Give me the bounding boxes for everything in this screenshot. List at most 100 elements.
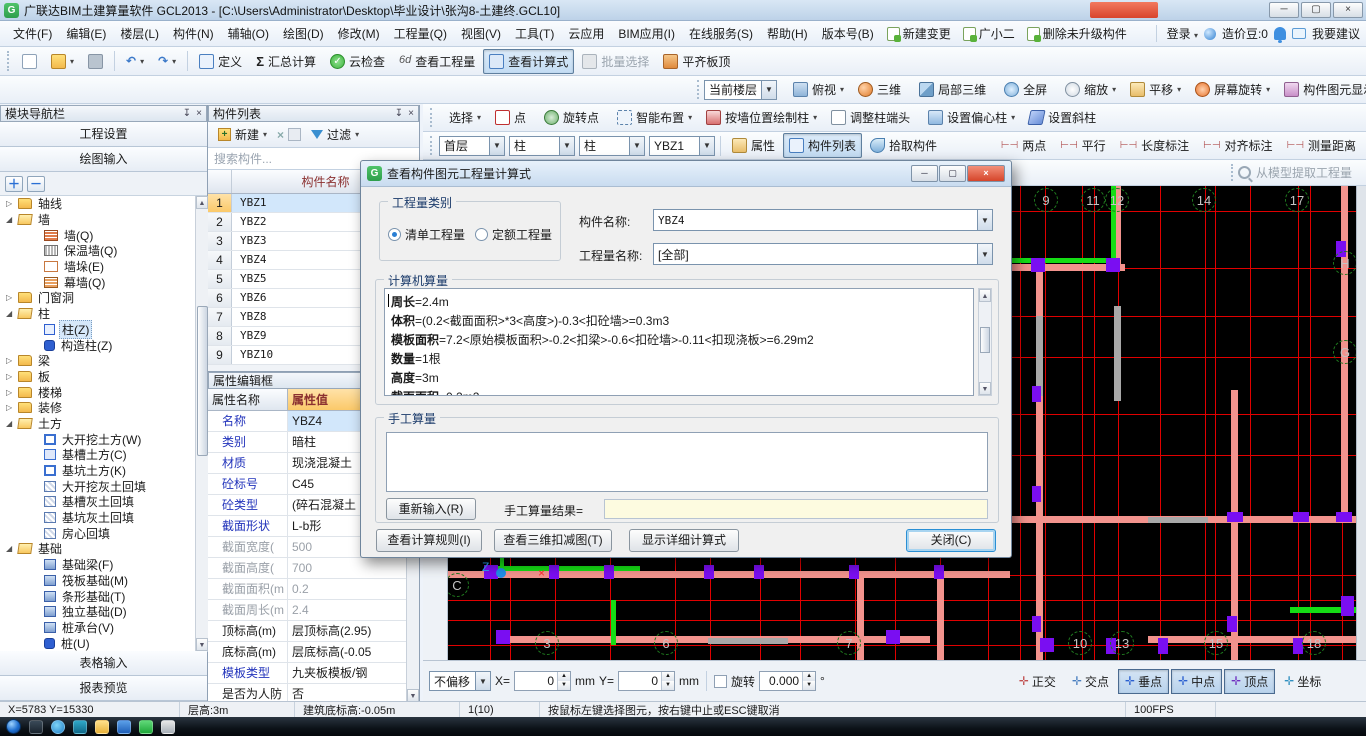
chevron-down-icon[interactable]: ▼ <box>977 244 992 264</box>
dialog-close-button[interactable]: × <box>967 165 1005 182</box>
menu-item[interactable]: 视图(V) <box>454 23 508 45</box>
dialog-maximize-button[interactable]: ▢ <box>939 165 966 182</box>
new-file-button[interactable] <box>16 50 43 73</box>
snap-mode-button[interactable]: ✛ 顶点 <box>1224 669 1275 694</box>
pin-icon[interactable]: ↧ <box>183 108 191 119</box>
view-tool-button[interactable]: 平移 ▾ <box>1124 77 1187 102</box>
tree-item[interactable]: 基槽灰土回填 <box>0 494 208 510</box>
tree-expander-icon[interactable]: ▷ <box>6 372 18 381</box>
measure-tool-button[interactable]: ⊢⊣ 对齐标注 <box>1197 133 1278 158</box>
chevron-down-icon[interactable]: ▼ <box>761 81 776 99</box>
tree-item[interactable]: 墙垛(E) <box>0 259 208 275</box>
undo-button[interactable]: ↶▾ <box>120 50 150 72</box>
toolbar-button[interactable]: 查看计算式 <box>483 49 574 74</box>
filter-button[interactable]: 过滤▾ <box>305 122 365 147</box>
tree-expander-icon[interactable]: ▷ <box>6 356 18 365</box>
tree-item[interactable]: ◢ 土方 <box>0 416 208 432</box>
menu-item[interactable]: 版本号(B) <box>815 23 881 45</box>
new-component-button[interactable]: + 新建▾ <box>212 122 273 147</box>
tree-item[interactable]: 桩(U) <box>0 635 208 651</box>
draw-tool-button[interactable]: 旋转点 <box>538 105 609 130</box>
tree-expander-icon[interactable]: ◢ <box>6 215 18 224</box>
measure-tool-button[interactable]: ⊢⊣ 两点 <box>995 133 1052 158</box>
scroll-up-icon[interactable]: ▲ <box>196 196 208 209</box>
start-button[interactable] <box>6 719 21 734</box>
tree-item[interactable]: 大开挖灰土回填 <box>0 478 208 494</box>
tree-item[interactable]: 构造柱(Z) <box>0 337 208 353</box>
canvas-vertical-scrollbar[interactable] <box>1356 186 1366 660</box>
manual-calc-textarea[interactable] <box>386 432 988 492</box>
dialog-title-bar[interactable]: G 查看构件图元工程量计算式 ─ ▢ × <box>361 161 1011 187</box>
menu-item[interactable]: 绘图(D) <box>276 23 331 45</box>
tree-expander-icon[interactable]: ◢ <box>6 309 18 318</box>
tree-item[interactable]: ▷ 梁 <box>0 353 208 369</box>
chevron-down-icon[interactable]: ▼ <box>699 137 714 155</box>
manual-result-input[interactable] <box>604 499 988 519</box>
view-tool-button[interactable]: 构件图元显示设置 <box>1278 77 1366 102</box>
view-tool-button[interactable]: 缩放 ▾ <box>1059 77 1122 102</box>
tree-item[interactable]: 基础梁(F) <box>0 557 208 573</box>
panel-toggle-button[interactable]: 构件列表 <box>783 133 862 158</box>
draw-tool-button[interactable]: 点 <box>489 105 536 130</box>
calc-scrollbar[interactable]: ▲ ▼ <box>978 288 992 396</box>
draw-tool-button[interactable]: 调整柱端头 <box>825 105 920 130</box>
snap-mode-button[interactable]: ✛ 交点 <box>1065 669 1116 694</box>
view-tool-button[interactable]: 局部三维 <box>913 77 996 102</box>
feedback-chat-icon[interactable] <box>1292 28 1306 39</box>
toolbar-button[interactable]: 批量选择 <box>576 49 655 74</box>
panel-toggle-button[interactable]: 拾取构件 <box>864 133 943 158</box>
x-offset-input[interactable]: 0 ▲▼ <box>514 671 571 691</box>
view-tool-button[interactable]: 三维 <box>852 77 911 102</box>
menu-item[interactable]: 修改(M) <box>331 23 387 45</box>
project-settings-button[interactable]: 工程设置 <box>0 122 207 147</box>
tree-expander-icon[interactable]: ◢ <box>6 419 18 428</box>
scroll-thumb[interactable] <box>980 327 990 353</box>
open-file-button[interactable]: ▾ <box>45 50 80 73</box>
menu-extra-item[interactable]: 广小二 <box>957 22 1021 45</box>
extract-from-model-button[interactable]: 从模型提取工程量 <box>1238 164 1352 181</box>
taskbar-app-icon[interactable] <box>117 720 131 734</box>
component-name-combo[interactable]: YBZ4 ▼ <box>653 209 993 231</box>
rotate-angle-input[interactable]: 0.000 ▲▼ <box>759 671 816 691</box>
draw-tool-button[interactable]: 智能布置 ▾ <box>611 105 698 130</box>
menu-item[interactable]: 编辑(E) <box>59 23 113 45</box>
menu-item[interactable]: 楼层(L) <box>113 23 166 45</box>
taskbar-app-icon[interactable] <box>73 720 87 734</box>
menu-item[interactable]: 工程量(Q) <box>387 23 454 45</box>
tree-item[interactable]: ▷ 装修 <box>0 400 208 416</box>
draw-tool-button[interactable]: 设置偏心柱 ▾ <box>922 105 1021 130</box>
tree-item[interactable]: ◢ 基础 <box>0 541 208 557</box>
report-preview-button[interactable]: 报表预览 <box>0 676 207 701</box>
snap-mode-button[interactable]: ✛ 垂点 <box>1118 669 1169 694</box>
chevron-down-icon[interactable]: ▼ <box>629 137 644 155</box>
quantity-name-combo[interactable]: [全部] ▼ <box>653 243 993 265</box>
tree-item[interactable]: 基槽土方(C) <box>0 447 208 463</box>
element-filter-combo[interactable]: 首层▼ <box>439 136 505 156</box>
offset-mode-combo[interactable]: 不偏移▼ <box>429 671 491 691</box>
table-input-button[interactable]: 表格输入 <box>0 651 207 676</box>
list-quantity-radio[interactable]: 清单工程量 <box>388 226 465 243</box>
property-row[interactable]: 截面面积(m 0.2 <box>208 579 419 600</box>
chevron-down-icon[interactable]: ▼ <box>489 137 504 155</box>
current-floor-combo[interactable]: 当前楼层▼ <box>704 80 777 100</box>
view-3d-deduction-button[interactable]: 查看三维扣减图(T) <box>494 529 612 552</box>
tree-item[interactable]: ▷ 楼梯 <box>0 384 208 400</box>
tree-item[interactable]: 基坑灰土回填 <box>0 510 208 526</box>
tree-item[interactable]: 柱(Z) <box>0 322 208 338</box>
property-row[interactable]: 顶标高(m) 层顶标高(2.95) <box>208 621 419 642</box>
show-detail-calc-button[interactable]: 显示详细计算式 <box>629 529 739 552</box>
snap-mode-button[interactable]: ✛ 中点 <box>1171 669 1222 694</box>
tree-expander-icon[interactable]: ▷ <box>6 293 18 302</box>
tree-item[interactable]: ▷ 门窗洞 <box>0 290 208 306</box>
close-icon[interactable]: × <box>196 108 202 119</box>
suggest-link[interactable]: 我要建议 <box>1312 25 1360 42</box>
reinput-button[interactable]: 重新输入(R) <box>386 498 476 520</box>
calc-expression-area[interactable]: 周长=2.4m 体积=(0.2<截面面积>*3<高度>)-0.3<扣砼墙>=0.… <box>384 288 974 396</box>
chevron-down-icon[interactable]: ▼ <box>475 672 490 690</box>
tree-item[interactable]: 条形基础(T) <box>0 588 208 604</box>
toolbar-button[interactable]: 定义 <box>193 49 248 74</box>
element-filter-combo[interactable]: YBZ1▼ <box>649 136 715 156</box>
view-tool-button[interactable]: 俯视 ▾ <box>787 77 850 102</box>
quota-quantity-radio[interactable]: 定额工程量 <box>475 226 552 243</box>
menu-item[interactable]: 帮助(H) <box>760 23 815 45</box>
